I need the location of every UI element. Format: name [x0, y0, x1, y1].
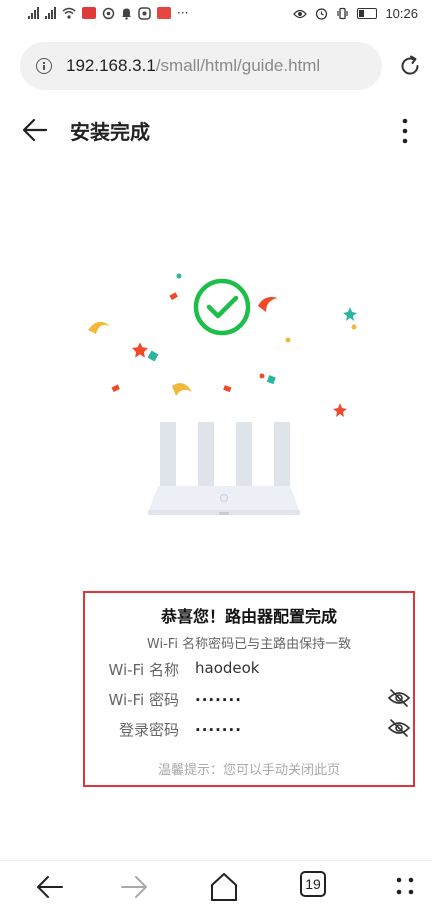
status-time: 10:26	[385, 6, 418, 21]
close-page-hint: 温馨提示：您可以手动关闭此页	[157, 763, 340, 778]
browser-bottom-nav: 19	[0, 860, 432, 911]
page-title: 安装完成	[70, 120, 150, 144]
tab-count: 19	[300, 871, 326, 897]
site-info-icon[interactable]	[36, 58, 52, 74]
more-options-icon[interactable]	[400, 116, 410, 146]
title-bar: 安装完成	[0, 108, 432, 152]
signal-icon	[28, 7, 39, 19]
nav-tabs-button[interactable]: 19	[300, 869, 340, 905]
url-path: /small/html/guide.html	[155, 56, 321, 75]
wifi-password-value: .......	[195, 687, 242, 705]
status-left-icons: ···	[28, 6, 188, 20]
wifi-name-value: haodeok	[195, 659, 260, 677]
app-notification-icon	[102, 7, 115, 19]
app-notification-icon	[157, 7, 171, 19]
back-arrow-icon[interactable]	[22, 118, 48, 142]
url-text[interactable]: 192.168.3.1/small/html/guide.html	[66, 56, 320, 76]
signal-icon	[45, 7, 56, 19]
wifi-password-row: Wi-Fi 密码 .......	[85, 687, 413, 713]
wifi-password-label: Wi-Fi 密码	[108, 691, 179, 709]
eye-comfort-icon	[293, 9, 308, 18]
nav-forward-icon[interactable]	[114, 869, 154, 905]
card-subtitle: Wi-Fi 名称密码已与主路由保持一致	[146, 637, 352, 652]
card-title: 恭喜您！路由器配置完成	[160, 607, 337, 626]
bell-icon	[122, 8, 131, 20]
router-icon	[148, 422, 300, 515]
router-setup-result-card: 恭喜您！路由器配置完成 Wi-Fi 名称密码已与主路由保持一致 Wi-Fi 名称…	[83, 591, 415, 787]
address-bar[interactable]: 192.168.3.1/small/html/guide.html	[20, 42, 382, 90]
show-password-eye-icon[interactable]	[387, 688, 411, 708]
app-notification-icon	[138, 6, 151, 20]
alarm-icon	[316, 8, 328, 20]
more-notifications-icon: ···	[177, 6, 189, 20]
nav-home-icon[interactable]	[204, 869, 244, 905]
app-notification-icon	[82, 7, 96, 19]
vibrate-icon	[337, 7, 349, 20]
login-password-value: .......	[195, 717, 242, 735]
status-bar: ··· 10:26	[0, 0, 432, 30]
success-illustration	[88, 273, 357, 515]
show-password-eye-icon[interactable]	[387, 718, 411, 738]
check-circle-icon	[193, 278, 251, 336]
wifi-icon	[62, 7, 76, 19]
wifi-name-row: Wi-Fi 名称 haodeok	[85, 657, 413, 683]
wifi-name-label: Wi-Fi 名称	[108, 661, 179, 679]
nav-back-icon[interactable]	[30, 869, 70, 905]
status-right-icons: 10:26	[293, 6, 418, 21]
battery-icon	[357, 8, 378, 19]
url-host: 192.168.3.1	[66, 56, 156, 75]
nav-menu-icon[interactable]	[386, 869, 426, 905]
login-password-row: 登录密码 .......	[85, 717, 413, 743]
reload-icon[interactable]	[398, 54, 422, 78]
login-password-label: 登录密码	[118, 721, 179, 739]
